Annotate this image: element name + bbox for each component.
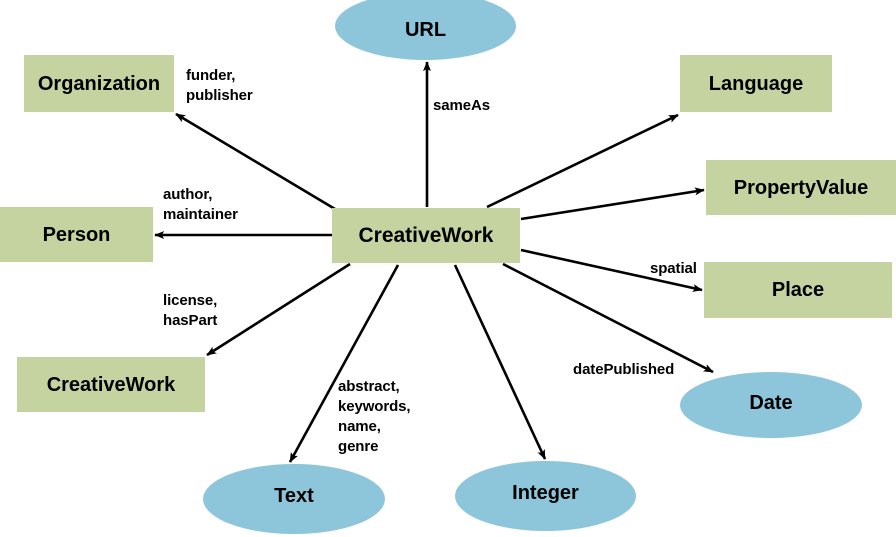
edge-line-date — [502, 262, 714, 374]
node-organization[interactable]: Organization — [24, 55, 174, 112]
schema-diagram: CreativeWork Organization Person Creativ… — [0, 0, 896, 537]
node-label: CreativeWork — [358, 223, 494, 247]
edge-label-date: datePublished — [573, 361, 675, 378]
node-creativework-center[interactable]: CreativeWork — [332, 208, 520, 263]
edge-label-person: author, maintainer — [163, 186, 238, 223]
edge-line-integer — [453, 264, 547, 460]
node-creativework-part[interactable]: CreativeWork — [17, 357, 205, 412]
node-place[interactable]: Place — [704, 262, 892, 318]
node-person[interactable]: Person — [0, 207, 153, 262]
edge-label-organization: funder, publisher — [186, 67, 253, 104]
node-label: Date — [749, 392, 793, 414]
node-label: PropertyValue — [733, 176, 869, 199]
node-label: Integer — [512, 482, 579, 504]
node-text[interactable]: Text — [203, 464, 385, 534]
edge-label-url: sameAs — [433, 97, 490, 114]
edge-label-creativework-part: license, hasPart — [163, 292, 218, 329]
node-date[interactable]: Date — [680, 372, 862, 438]
edge-label-place: spatial — [650, 260, 697, 277]
node-label: Text — [274, 485, 314, 507]
node-label: Organization — [37, 72, 161, 95]
edge-line-propertyvalue — [520, 187, 705, 221]
edge-line-language — [486, 113, 679, 209]
node-label: Person — [42, 223, 111, 246]
node-language[interactable]: Language — [680, 55, 832, 112]
node-label: Language — [708, 72, 804, 95]
node-label: Place — [771, 279, 825, 301]
edge-label-text: abstract, keywords, name, genre — [338, 378, 411, 455]
node-integer[interactable]: Integer — [455, 461, 636, 531]
node-propertyvalue[interactable]: PropertyValue — [706, 160, 896, 215]
node-label: CreativeWork — [46, 373, 176, 396]
node-label: URL — [404, 19, 447, 41]
